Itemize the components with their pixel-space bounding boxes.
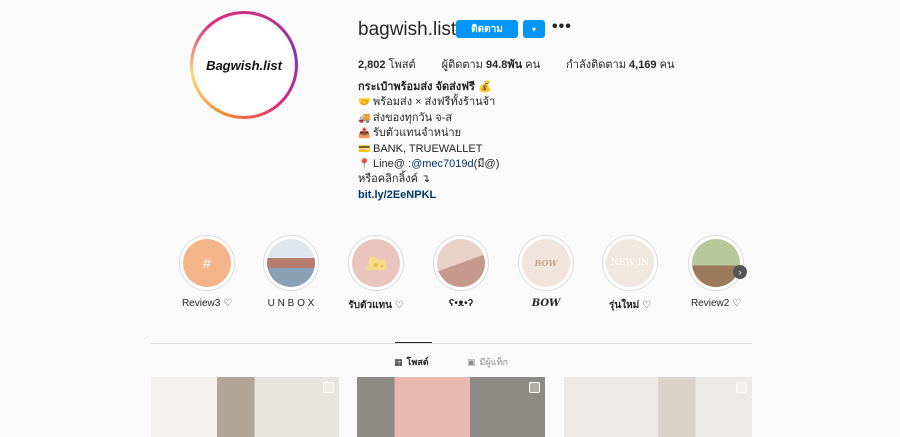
multi-photo-icon: [323, 382, 334, 393]
username: bagwish.list: [358, 19, 457, 40]
bio-line-text: BANK, TRUEWALLET: [373, 142, 483, 155]
avatar-text: Bagwish.list: [196, 17, 292, 113]
post-thumbnail[interactable]: [564, 377, 752, 437]
following-count: 4,169: [629, 59, 657, 71]
highlight-ring: [688, 235, 744, 291]
bio-title-line: กระเป๋าพร้อมส่ง จัดส่งฟรี 💰: [358, 80, 499, 95]
money-bag-icon: 💰: [478, 81, 492, 93]
bio-line-text: ส่งของทุกวัน จ-ส: [373, 111, 453, 124]
highlight-label: U N B O X: [267, 298, 315, 309]
bio-line-text: (มี@): [473, 158, 500, 171]
following-stat[interactable]: กำลังติดตาม 4,169 คน: [566, 55, 674, 73]
highlight-ring: [348, 235, 404, 291]
followers-label: ผู้ติดตาม: [441, 59, 483, 71]
bio-line: 🚚 ส่งของทุกวัน จ-ส: [358, 111, 499, 126]
bio-line-text: รับตัวแทนจำหน่าย: [373, 127, 462, 140]
tagged-icon: ▣: [467, 356, 476, 367]
profile-stats: 2,802 โพสต์ ผู้ติดตาม 94.8พัน คน กำลังติ…: [358, 55, 701, 73]
follow-button[interactable]: ติดตาม: [456, 20, 518, 38]
following-unit: คน: [659, 59, 675, 71]
avatar[interactable]: Bagwish.list: [190, 11, 298, 119]
highlight-label: รุ่นใหม่ ♡: [608, 300, 652, 311]
tabs-divider: [151, 343, 752, 344]
highlight-item[interactable]: # Review3 ♡: [172, 235, 242, 309]
bio-line: 📍 Line@ : @mec7019d (มี@): [358, 157, 499, 172]
active-tab-indicator: [395, 342, 432, 343]
bio-line-text: Line@ :: [373, 158, 412, 171]
highlight-cover: NEW IN: [606, 239, 654, 287]
pin-icon: 📍: [358, 159, 371, 171]
highlights-next-button[interactable]: ›: [733, 265, 747, 279]
posts-count: 2,802: [358, 59, 386, 71]
grid-icon: ▦: [394, 356, 403, 367]
tab-tagged-label: มีผู้แท็ก: [479, 357, 508, 367]
tab-posts[interactable]: ▦ โพสต์: [394, 355, 429, 369]
highlight-item[interactable]: ʕ•ᴥ•ʔ: [426, 235, 496, 309]
highlight-cover: [692, 239, 740, 287]
highlight-cover: [267, 239, 315, 287]
highlight-label: Review3 ♡: [181, 298, 233, 309]
highlight-item[interactable]: รับตัวแทน ♡: [341, 235, 411, 313]
highlight-item[interactable]: NEW IN รุ่นใหม่ ♡: [595, 235, 665, 313]
highlight-cover: #: [183, 239, 231, 287]
suggested-dropdown-button[interactable]: ▾: [523, 20, 545, 38]
bio-line-text: พร้อมส่ง × ส่งฟรีทั้งร้านจ้า: [373, 96, 496, 109]
highlight-item[interactable]: U N B O X: [256, 235, 326, 309]
line-mention-link[interactable]: @mec7019d: [411, 157, 474, 172]
highlight-ring: [433, 235, 489, 291]
bio-link-line: bit.ly/2EeNPKL: [358, 188, 499, 203]
handshake-icon: 🤝: [358, 97, 371, 109]
posts-label: โพสต์: [388, 59, 416, 71]
highlight-label: BOW: [531, 298, 561, 309]
bio-link[interactable]: bit.ly/2EeNPKL: [358, 188, 436, 203]
highlight-label: Review2 ♡: [690, 298, 742, 309]
more-options-icon[interactable]: •••: [552, 18, 572, 36]
highlight-ring: #: [179, 235, 235, 291]
highlight-label: รับตัวแทน ♡: [348, 300, 404, 311]
followers-count: 94.8พัน: [486, 59, 523, 71]
post-thumbnail[interactable]: [357, 377, 545, 437]
highlight-ring: NEW IN: [602, 235, 658, 291]
chevron-right-icon: ›: [738, 267, 742, 277]
highlight-ring: BOW: [518, 235, 574, 291]
bio-line-text: หรือคลิกลิ้งค์ ↴: [358, 173, 431, 186]
truck-icon: 🚚: [358, 112, 371, 124]
post-thumbnail[interactable]: [151, 377, 339, 437]
following-label: กำลังติดตาม: [566, 59, 626, 71]
bio-line: 🤝 พร้อมส่ง × ส่งฟรีทั้งร้านจ้า: [358, 95, 499, 110]
highlight-cover: [437, 239, 485, 287]
card-icon: 💳: [358, 143, 371, 155]
highlight-label: ʕ•ᴥ•ʔ: [448, 298, 474, 309]
bio-line: หรือคลิกลิ้งค์ ↴: [358, 172, 499, 187]
highlight-item[interactable]: BOW BOW: [511, 235, 581, 309]
bio-line: 💳 BANK, TRUEWALLET: [358, 142, 499, 157]
posts-stat: 2,802 โพสต์: [358, 55, 416, 73]
highlight-ring: [263, 235, 319, 291]
outbox-icon: 📤: [358, 128, 371, 140]
avatar-border: Bagwish.list: [193, 14, 295, 116]
bio-title: กระเป๋าพร้อมส่ง จัดส่งฟรี: [358, 81, 475, 93]
followers-stat[interactable]: ผู้ติดตาม 94.8พัน คน: [442, 55, 541, 73]
chevron-down-icon: ▾: [531, 24, 536, 34]
cheese-icon: [366, 256, 386, 270]
followers-unit: คน: [525, 59, 541, 71]
bio-line: 📤 รับตัวแทนจำหน่าย: [358, 126, 499, 141]
highlight-cover: BOW: [522, 239, 570, 287]
multi-photo-icon: [529, 382, 540, 393]
tab-posts-label: โพสต์: [406, 357, 429, 367]
tab-tagged[interactable]: ▣ มีผู้แท็ก: [467, 355, 508, 369]
profile-bio: กระเป๋าพร้อมส่ง จัดส่งฟรี 💰 🤝 พร้อมส่ง ×…: [358, 80, 499, 203]
highlight-cover: [352, 239, 400, 287]
multi-photo-icon: [736, 382, 747, 393]
